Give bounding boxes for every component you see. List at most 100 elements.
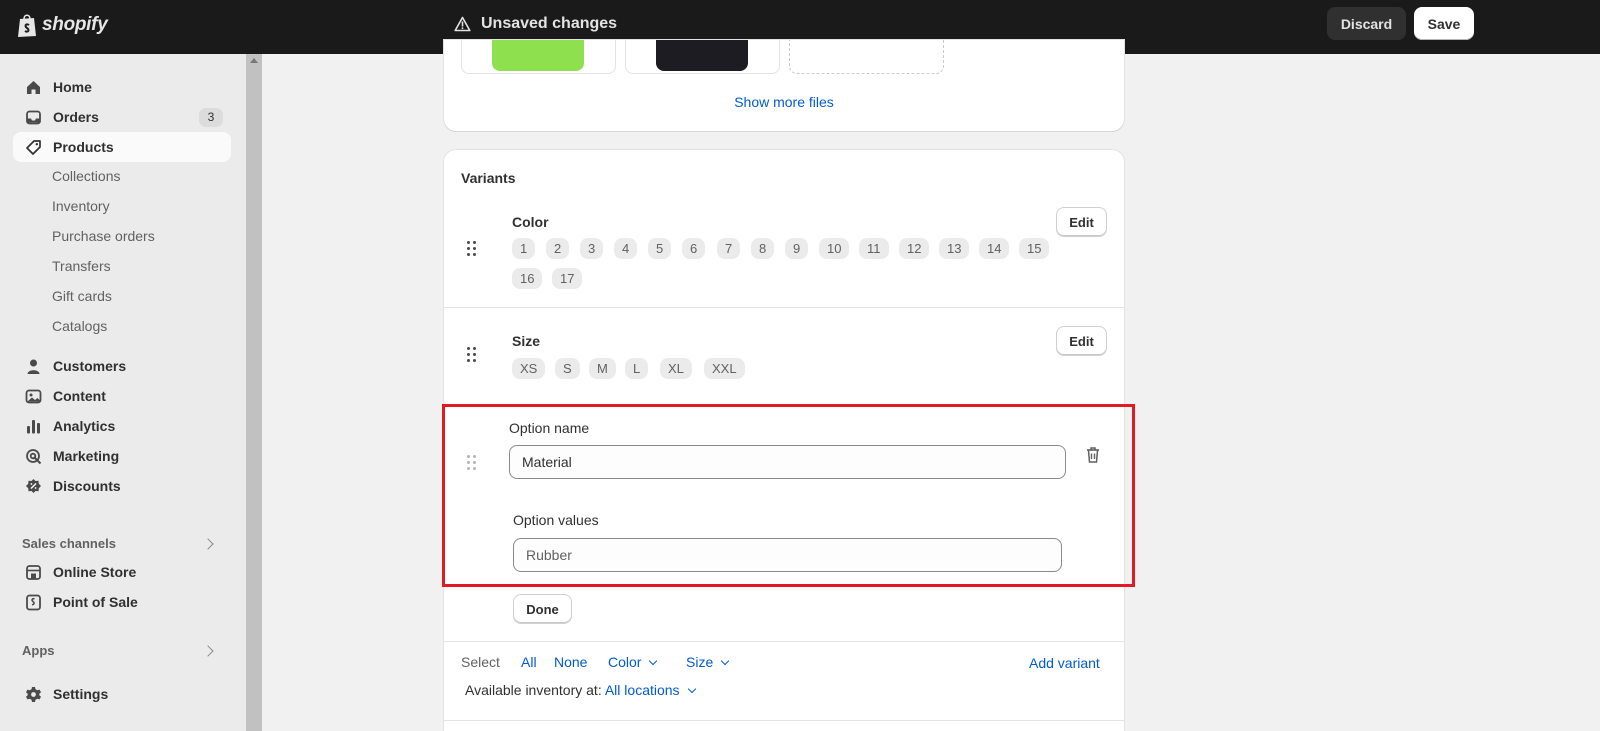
option-value-chip: 9 <box>785 238 809 259</box>
sidebar-subitem-collections[interactable]: Collections <box>52 168 120 184</box>
sidebar-item-label: Online Store <box>53 564 137 580</box>
sidebar-item-orders[interactable]: Orders 3 <box>13 102 231 132</box>
sidebar-item-label: Customers <box>53 358 127 374</box>
orders-count-badge: 3 <box>199 108 223 127</box>
sidebar-subitem-gift-cards[interactable]: Gift cards <box>52 288 112 304</box>
sidebar-item-label: Settings <box>53 686 109 702</box>
sidebar-scrollbar[interactable] <box>246 54 262 731</box>
unsaved-changes-text: Unsaved changes <box>481 15 618 32</box>
save-button[interactable]: Save <box>1414 7 1474 40</box>
chevron-right-icon[interactable] <box>202 645 214 657</box>
select-none-link[interactable]: None <box>554 654 587 670</box>
sidebar-item-settings[interactable]: Settings <box>13 679 231 709</box>
select-size-dropdown[interactable]: Size <box>686 654 730 670</box>
discard-button[interactable]: Discard <box>1327 7 1406 40</box>
sidebar-nav: Home Orders 3 Products Collections Inven… <box>0 54 246 731</box>
option-value-chip: 12 <box>899 238 930 259</box>
sidebar-item-label: Products <box>53 139 114 155</box>
select-all-link[interactable]: All <box>521 654 537 670</box>
chevron-down-icon <box>720 656 730 666</box>
sidebar-item-label: Marketing <box>53 448 120 464</box>
sidebar-item-home[interactable]: Home <box>13 72 231 102</box>
drag-handle-icon[interactable] <box>467 347 477 363</box>
edit-size-button[interactable]: Edit <box>1056 326 1107 356</box>
select-size-label: Size <box>686 654 714 670</box>
home-icon <box>27 81 40 94</box>
option-value-chip: 10 <box>819 238 850 259</box>
sidebar-item-label: Home <box>53 79 92 95</box>
bar-chart-icon <box>27 420 40 434</box>
option-name-color: Color <box>512 214 549 230</box>
black-shirt-image <box>656 40 748 71</box>
sales-channels-heading[interactable]: Sales channels <box>22 536 116 551</box>
chevron-down-icon <box>687 684 696 694</box>
discount-icon <box>26 479 41 493</box>
locations-label: All locations <box>604 682 680 698</box>
apps-heading[interactable]: Apps <box>22 643 55 658</box>
highlight-box <box>442 404 1135 587</box>
media-thumbnail[interactable] <box>461 40 616 74</box>
tag-icon <box>26 140 41 155</box>
inbox-icon <box>26 110 41 125</box>
sidebar-item-label: Discounts <box>53 478 121 494</box>
drag-handle-icon[interactable] <box>467 241 477 257</box>
sidebar-item-products[interactable]: Products <box>13 132 231 162</box>
option-value-chip: 7 <box>717 238 741 259</box>
sidebar-item-discounts[interactable]: Discounts <box>13 471 231 501</box>
option-value-chip: 5 <box>648 238 672 259</box>
select-color-label: Color <box>608 654 642 670</box>
edit-color-button[interactable]: Edit <box>1056 207 1107 237</box>
green-shirt-image <box>492 40 584 71</box>
option-value-chip: XS <box>512 358 546 379</box>
option-value-chip: XL <box>660 358 692 379</box>
sidebar-item-content[interactable]: Content <box>13 381 231 411</box>
option-value-chip: 6 <box>682 238 706 259</box>
option-value-chip: 11 <box>859 238 889 259</box>
sidebar-subitem-catalogs[interactable]: Catalogs <box>52 318 107 334</box>
sidebar-item-customers[interactable]: Customers <box>13 351 231 381</box>
unsaved-changes-banner: Unsaved changes <box>454 15 617 33</box>
sidebar-subitem-purchase-orders[interactable]: Purchase orders <box>52 228 155 244</box>
sidebar-item-label: Analytics <box>53 418 116 434</box>
chevron-down-icon <box>649 656 658 666</box>
select-color-dropdown[interactable]: Color <box>608 654 658 670</box>
sidebar-item-point-of-sale[interactable]: Point of Sale <box>13 587 231 617</box>
image-icon <box>25 389 42 404</box>
gear-icon <box>26 687 41 702</box>
pos-icon <box>26 594 41 611</box>
select-label: Select <box>461 654 500 670</box>
sidebar-item-label: Orders <box>53 109 99 125</box>
done-button[interactable]: Done <box>513 594 572 624</box>
show-more-files-link[interactable]: Show more files <box>444 94 1124 110</box>
media-card: Show more files <box>444 40 1124 131</box>
store-icon <box>26 565 41 580</box>
option-value-chip: 15 <box>1019 238 1050 259</box>
shopify-bag-icon <box>18 14 36 37</box>
sidebar-subitem-transfers[interactable]: Transfers <box>52 258 111 274</box>
sidebar-item-label: Point of Sale <box>53 594 138 610</box>
option-value-chip: 2 <box>546 238 570 259</box>
scroll-up-arrow-icon[interactable] <box>250 58 258 63</box>
option-value-chip: M <box>589 358 616 379</box>
divider <box>444 641 1124 642</box>
sidebar-item-online-store[interactable]: Online Store <box>13 557 231 587</box>
sidebar-item-analytics[interactable]: Analytics <box>13 411 231 441</box>
media-thumbnail[interactable] <box>625 40 780 74</box>
sidebar-item-marketing[interactable]: Marketing <box>13 441 231 471</box>
locations-dropdown[interactable]: All locations <box>604 682 696 698</box>
option-value-chip: 3 <box>580 238 604 259</box>
sidebar-item-label: Content <box>53 388 106 404</box>
add-variant-link[interactable]: Add variant <box>1029 655 1100 671</box>
sidebar-subitem-inventory[interactable]: Inventory <box>52 198 110 214</box>
shopify-logo[interactable]: shopify <box>16 11 108 39</box>
option-value-chip: 13 <box>939 238 970 259</box>
add-media-dropzone[interactable] <box>789 40 944 74</box>
chevron-right-icon[interactable] <box>202 538 214 550</box>
logo-text: shopify <box>42 14 108 35</box>
option-value-chip: XXL <box>704 358 745 379</box>
variants-title: Variants <box>461 170 516 186</box>
available-inventory-label: Available inventory at: <box>465 682 602 698</box>
option-value-chip: 16 <box>512 268 543 289</box>
target-icon <box>26 449 42 465</box>
available-inventory-row: Available inventory at: All locations <box>465 682 696 698</box>
